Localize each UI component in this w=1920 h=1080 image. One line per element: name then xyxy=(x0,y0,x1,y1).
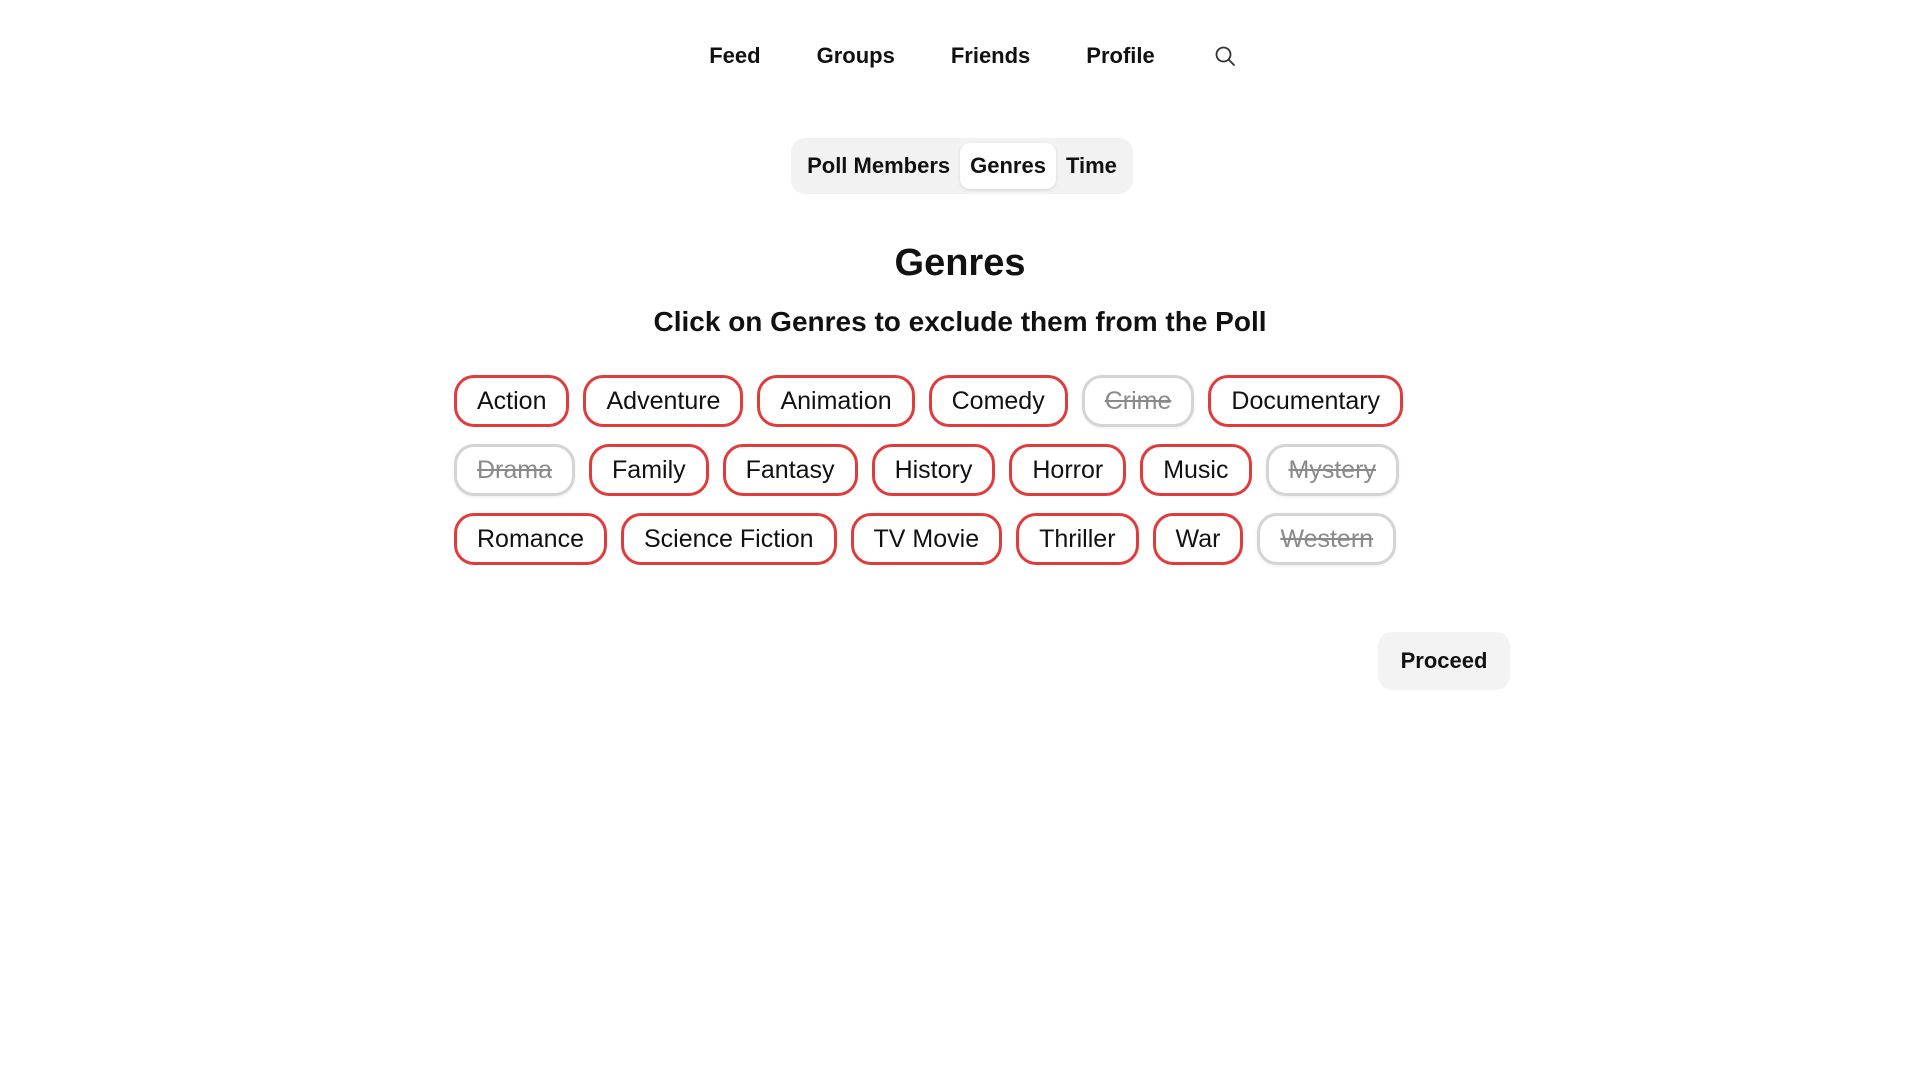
genre-chip-romance[interactable]: Romance xyxy=(454,513,607,565)
poll-steps-tabs: Poll Members Genres Time xyxy=(791,138,1133,194)
genre-chip-adventure[interactable]: Adventure xyxy=(583,375,744,427)
genre-chip-crime[interactable]: Crime xyxy=(1081,375,1195,427)
genre-chip-music[interactable]: Music xyxy=(1140,444,1252,496)
nav-profile[interactable]: Profile xyxy=(1086,43,1154,69)
genre-chip-documentary[interactable]: Documentary xyxy=(1208,375,1404,427)
genre-chip-war[interactable]: War xyxy=(1152,513,1244,565)
genre-chip-list: Action Adventure Animation Comedy Crime … xyxy=(454,375,1414,582)
poll-steps-wrapper: Poll Members Genres Time xyxy=(0,138,1920,194)
genre-chip-western[interactable]: Western xyxy=(1257,513,1397,565)
top-nav: Feed Groups Friends Profile xyxy=(0,36,1920,76)
genre-chip-family[interactable]: Family xyxy=(589,444,709,496)
tab-genres[interactable]: Genres xyxy=(960,143,1056,189)
genre-chip-thriller[interactable]: Thriller xyxy=(1016,513,1139,565)
page-title: Genres xyxy=(894,242,1026,284)
genre-chip-mystery[interactable]: Mystery xyxy=(1265,444,1399,496)
tab-poll-members[interactable]: Poll Members xyxy=(797,143,960,189)
proceed-button[interactable]: Proceed xyxy=(1378,632,1510,690)
nav-groups[interactable]: Groups xyxy=(817,43,895,69)
genre-row: Romance Science Fiction TV Movie Thrille… xyxy=(454,513,1414,569)
genre-row: Drama Family Fantasy History Horror Musi… xyxy=(454,444,1414,500)
tab-time[interactable]: Time xyxy=(1056,143,1127,189)
genre-chip-fantasy[interactable]: Fantasy xyxy=(722,444,858,496)
genre-chip-action[interactable]: Action xyxy=(454,375,570,427)
genre-chip-science-fiction[interactable]: Science Fiction xyxy=(621,513,837,565)
search-icon[interactable] xyxy=(1211,42,1239,70)
nav-feed[interactable]: Feed xyxy=(709,43,760,69)
genre-chip-history[interactable]: History xyxy=(871,444,996,496)
genre-chip-horror[interactable]: Horror xyxy=(1009,444,1127,496)
genre-chip-animation[interactable]: Animation xyxy=(757,375,915,427)
page-subtitle: Click on Genres to exclude them from the… xyxy=(653,306,1267,337)
genre-chip-comedy[interactable]: Comedy xyxy=(928,375,1068,427)
genre-chip-drama[interactable]: Drama xyxy=(454,444,576,496)
nav-friends[interactable]: Friends xyxy=(951,43,1030,69)
genre-row: Action Adventure Animation Comedy Crime … xyxy=(454,375,1414,431)
genre-chip-tv-movie[interactable]: TV Movie xyxy=(850,513,1003,565)
